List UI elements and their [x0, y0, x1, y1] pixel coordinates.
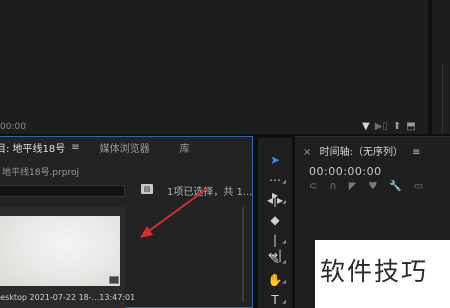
- clip-type-icon: [109, 276, 119, 284]
- panel-menu-icon[interactable]: ≡: [71, 142, 79, 153]
- source-timecode[interactable]: 00:00: [0, 122, 26, 132]
- divider: [442, 64, 443, 134]
- insert-icon[interactable]: ▶▯: [375, 121, 388, 132]
- tab-project[interactable]: 项目: 地平线18号: [0, 140, 65, 155]
- hand-tool-icon[interactable]: ✋ ◢: [266, 273, 286, 288]
- tools-panel: ➤ ⋯▸ ◢ ◂|▸ ◢ ◆ |↔| ◢ ✎ ◢ ✋ ◢ T ◢: [258, 138, 292, 308]
- source-monitor: 00:00 ▼ ▶▯ ⬆ ⬒: [0, 0, 428, 134]
- overwrite-icon[interactable]: ⬆: [393, 121, 401, 132]
- captions-icon[interactable]: ▭: [414, 181, 423, 192]
- clip-thumbnail[interactable]: [0, 216, 120, 286]
- type-tool-icon[interactable]: T ◢: [266, 293, 286, 308]
- clip-name: Desktop 2021-07-22 18-...: [0, 293, 100, 302]
- new-bin-icon[interactable]: ▤: [141, 184, 153, 194]
- close-icon[interactable]: ×: [303, 147, 311, 158]
- timeline-timecode[interactable]: 00:00:00:00: [309, 165, 382, 178]
- clip-duration: 13:47:01: [99, 293, 136, 302]
- timeline-header: × 时间轴:（无序列） ≡: [295, 143, 421, 158]
- project-panel: 项目: 地平线18号 ≡ 媒体浏览器 库 地平线18号.prproj ▤ 1项已…: [0, 136, 253, 308]
- timeline-title[interactable]: 时间轴:（无序列）: [320, 147, 403, 158]
- tab-media-browser[interactable]: 媒体浏览器: [100, 140, 150, 155]
- marker-add-icon[interactable]: ◤: [349, 181, 357, 192]
- track-select-tool-icon[interactable]: ⋯▸ ◢: [266, 173, 286, 202]
- clip-item[interactable]: Desktop 2021-07-22 18-... 13:47:01: [0, 207, 135, 308]
- tab-library[interactable]: 库: [180, 140, 190, 155]
- marker-icon[interactable]: ▼: [362, 121, 370, 132]
- scrollbar[interactable]: [242, 207, 244, 302]
- search-input[interactable]: [0, 185, 125, 197]
- snap-icon[interactable]: ⊂: [309, 181, 317, 192]
- timeline-tools: ⊂ ∩ ◤ ♥ 🔧 ▭: [309, 181, 423, 192]
- clip-caption: Desktop 2021-07-22 18-... 13:47:01: [0, 293, 135, 302]
- selection-info: 1项已选择，共 1...: [167, 187, 253, 198]
- export-frame-icon[interactable]: ⬒: [406, 121, 415, 132]
- panel-menu-icon[interactable]: ≡: [412, 147, 420, 158]
- razor-tool-icon[interactable]: ◆: [266, 213, 284, 228]
- watermark-text: 软件技巧: [320, 257, 429, 286]
- monitor-controls: ▼ ▶▯ ⬆ ⬒: [362, 121, 416, 132]
- slip-tool-icon[interactable]: |↔| ◢: [266, 233, 286, 262]
- project-tab-row: 项目: 地平线18号 ≡ 媒体浏览器 库: [0, 137, 252, 157]
- wrench-icon[interactable]: 🔧: [389, 181, 401, 192]
- ripple-edit-tool-icon[interactable]: ◂|▸ ◢: [266, 193, 286, 208]
- project-file-name: 地平线18号.prproj: [2, 168, 79, 178]
- marker-icon[interactable]: ♥: [368, 181, 377, 192]
- link-icon[interactable]: ∩: [329, 181, 336, 192]
- program-monitor-edge: [432, 0, 450, 134]
- selection-tool-icon[interactable]: ➤: [266, 153, 284, 168]
- pen-tool-icon[interactable]: ✎ ◢: [266, 253, 286, 268]
